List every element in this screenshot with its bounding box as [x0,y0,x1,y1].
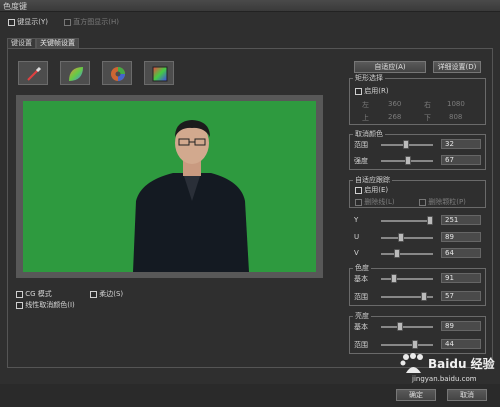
v-label: V [354,249,359,257]
rect-right-label: 右 [424,101,431,109]
v-slider[interactable] [381,253,433,255]
adaptive-track-title: 自适应跟踪 [353,176,392,184]
cancel-color-strength-thumb[interactable] [405,156,411,165]
rect-select-title: 矩形选择 [353,74,385,82]
paw-icon [400,353,423,373]
y-input[interactable]: 251 [441,215,481,225]
remove-grain-label: 删除颗粒(P) [428,198,466,206]
gradient-square-icon [152,66,168,82]
cancel-color-range-label: 范围 [354,141,368,149]
tab-key-settings[interactable]: 键设置 [7,38,36,48]
rect-left-value: 360 [388,100,402,108]
histogram-display-option[interactable]: 直方图显示(H) [64,17,119,27]
v-slider-thumb[interactable] [394,249,400,258]
key-display-option[interactable]: 键显示(Y) [8,17,48,27]
color-select-button[interactable] [60,61,90,85]
rect-select-enable-label: 启用(R) [364,87,389,95]
gradient-button[interactable] [144,61,174,85]
rect-left-label: 左 [362,101,369,109]
y-slider[interactable] [381,220,433,222]
key-display-checkbox[interactable] [8,18,15,26]
watermark-text: Baidu 经验 [428,357,495,371]
rect-select-enable[interactable]: 启用(R) [355,86,389,96]
color-leaf-icon [69,67,83,81]
remove-lines-option[interactable]: 删除线(L) [355,197,395,207]
rect-bottom-value: 808 [449,113,463,121]
rect-select-checkbox[interactable] [355,87,362,95]
brightness-range-input[interactable]: 44 [441,339,481,349]
adaptive-track-enable-label: 启用(E) [364,186,389,194]
rect-bottom-label: 下 [424,114,431,122]
brightness-base-slider[interactable] [381,326,433,328]
remove-grain-option[interactable]: 删除颗粒(P) [419,197,466,207]
u-slider[interactable] [381,237,433,239]
remove-lines-checkbox[interactable] [355,198,362,206]
brightness-base-input[interactable]: 89 [441,321,481,331]
detail-settings-button[interactable]: 详细设置(D) [433,61,481,73]
color-wheel-icon [111,67,125,81]
preview-image[interactable] [23,101,316,272]
rect-top-label: 上 [362,114,369,122]
histogram-display-label: 直方图显示(H) [73,18,119,26]
hue-range-thumb[interactable] [421,292,427,301]
baidu-watermark: Baidu 经验 jingyan.baidu.com [398,353,496,385]
title-bar: 色度键 [0,0,500,12]
cancel-color-title: 取消颜色 [353,130,385,138]
presenter-figure [133,120,249,272]
histogram-display-checkbox[interactable] [64,18,71,26]
u-label: U [354,233,360,241]
linear-cancel-option[interactable]: 线性取消颜色(I) [16,300,75,310]
soft-edge-label: 柔边(S) [99,290,124,298]
remove-lines-label: 删除线(L) [364,198,395,206]
color-wheel-button[interactable] [102,61,132,85]
hue-range-input[interactable]: 57 [441,291,481,301]
cancel-color-strength-label: 强度 [354,157,368,165]
cancel-button[interactable]: 取消 [447,389,487,401]
key-display-label: 键显示(Y) [17,18,48,26]
hue-base-input[interactable]: 91 [441,273,481,283]
v-input[interactable]: 64 [441,248,481,258]
linear-cancel-checkbox[interactable] [16,301,23,309]
soft-edge-option[interactable]: 柔边(S) [90,289,123,299]
cancel-color-strength-input[interactable]: 67 [441,155,481,165]
u-slider-thumb[interactable] [398,233,404,242]
hue-title: 色度 [353,264,371,272]
y-label: Y [354,216,359,224]
hue-range-label: 范围 [354,293,368,301]
remove-grain-checkbox[interactable] [419,198,426,206]
window-title: 色度键 [3,2,27,11]
brightness-range-slider[interactable] [381,344,433,346]
cg-mode-option[interactable]: CG 模式 [16,289,52,299]
soft-edge-checkbox[interactable] [90,290,97,298]
brightness-range-thumb[interactable] [412,340,418,349]
eyedropper-icon [27,66,42,81]
eyedropper-button[interactable] [18,61,48,85]
brightness-range-label: 范围 [354,341,368,349]
adaptive-track-checkbox[interactable] [355,186,362,194]
cg-mode-checkbox[interactable] [16,290,23,298]
ok-button[interactable]: 确定 [396,389,436,401]
cg-mode-label: CG 模式 [25,290,52,298]
rect-top-value: 268 [388,113,402,121]
brightness-base-label: 基本 [354,323,368,331]
cancel-color-range-thumb[interactable] [403,140,409,149]
rect-right-value: 1080 [447,100,465,108]
u-input[interactable]: 89 [441,232,481,242]
y-slider-thumb[interactable] [427,216,433,225]
tab-keyframe-settings[interactable]: 关键帧设置 [36,38,79,48]
cancel-color-range-input[interactable]: 32 [441,139,481,149]
adaptive-button[interactable]: 自适应(A) [354,61,426,73]
hue-base-slider[interactable] [381,278,433,280]
linear-cancel-label: 线性取消颜色(I) [25,301,75,309]
adaptive-track-enable[interactable]: 启用(E) [355,185,388,195]
brightness-base-thumb[interactable] [397,322,403,331]
hue-base-label: 基本 [354,275,368,283]
watermark-url: jingyan.baidu.com [412,375,477,383]
brightness-title: 亮度 [353,312,371,320]
hue-base-thumb[interactable] [391,274,397,283]
